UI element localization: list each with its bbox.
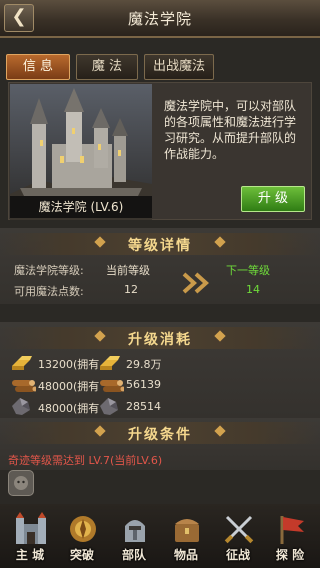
gold-bars-icon: [100, 356, 120, 370]
next-level-label: 下一等级: [226, 264, 270, 277]
top-bar: ❮ 魔法学院: [0, 0, 320, 38]
castle-icon: [16, 512, 46, 544]
nav-items[interactable]: 物品: [158, 504, 214, 568]
level-details-title: 等级详情: [128, 238, 192, 254]
building-description: 魔法学院中，可以对部队的各项属性和魔法进行学习研究。从而提升部队的作战能力。: [164, 99, 297, 161]
ore-owned: 28514: [126, 400, 161, 413]
ore-stone-icon: [100, 398, 118, 415]
nav-label: 探 险: [275, 548, 305, 562]
upgrade-cost-title: 升级消耗: [128, 332, 192, 348]
nav-campaign[interactable]: 征战: [210, 504, 266, 568]
next-points-value: 14: [246, 283, 260, 296]
nav-explore[interactable]: 探 险: [262, 504, 318, 568]
conditions-title: 升级条件: [128, 427, 192, 443]
academy-level-label: 魔法学院等级:: [14, 264, 84, 277]
nav-breakthrough[interactable]: 突破: [54, 504, 110, 568]
items-icon: [175, 519, 199, 542]
current-level-label: 当前等级: [106, 264, 150, 277]
chat-face-icon: [14, 476, 28, 490]
tab-battle-magic[interactable]: 出战魔法: [144, 54, 214, 80]
nav-label: 物品: [173, 548, 198, 562]
gold-bars-icon: [12, 356, 32, 370]
nav-troops[interactable]: 部队: [106, 504, 162, 568]
nav-label: 部队: [121, 548, 146, 562]
upgrade-button[interactable]: 升 级: [241, 186, 305, 212]
magic-points-label: 可用魔法点数:: [14, 285, 84, 298]
bottom-navigation: 主 城 突破 部队 物品 征战 探 险: [0, 504, 320, 568]
building-name: 魔法学院 (LV.6): [10, 196, 152, 218]
gold-required: 13200(拥有: [38, 358, 100, 371]
condition-text: 奇迹等级需达到 LV.7(当前LV.6): [8, 454, 163, 467]
explore-flag-icon: [280, 516, 304, 544]
current-points-value: 12: [124, 283, 138, 296]
wood-owned: 56139: [126, 378, 161, 391]
nav-main-city[interactable]: 主 城: [2, 504, 58, 568]
wood-logs-icon: [12, 380, 36, 392]
nav-label: 突破: [69, 548, 94, 562]
page-title: 魔法学院: [127, 10, 192, 28]
upgrade-cost-header: 升级消耗: [0, 327, 320, 349]
level-details-header: 等级详情: [0, 233, 320, 255]
wood-logs-icon: [100, 380, 124, 392]
breakthrough-icon: [70, 516, 96, 542]
conditions-header: 升级条件: [0, 422, 320, 444]
tab-info[interactable]: 信 息: [6, 54, 70, 80]
ore-required: 48000(拥有: [38, 402, 100, 415]
nav-label: 征战: [225, 548, 250, 562]
wood-required: 48000(拥有: [38, 380, 100, 393]
double-arrow-icon: [182, 272, 209, 294]
tab-magic[interactable]: 魔 法: [76, 54, 138, 80]
nav-label: 主 城: [15, 548, 45, 562]
chat-bubble-button[interactable]: [8, 470, 34, 496]
crossed-swords-icon: [224, 515, 254, 544]
troops-icon: [125, 520, 145, 542]
ore-stone-icon: [12, 398, 30, 415]
gold-owned: 29.8万: [126, 358, 162, 371]
